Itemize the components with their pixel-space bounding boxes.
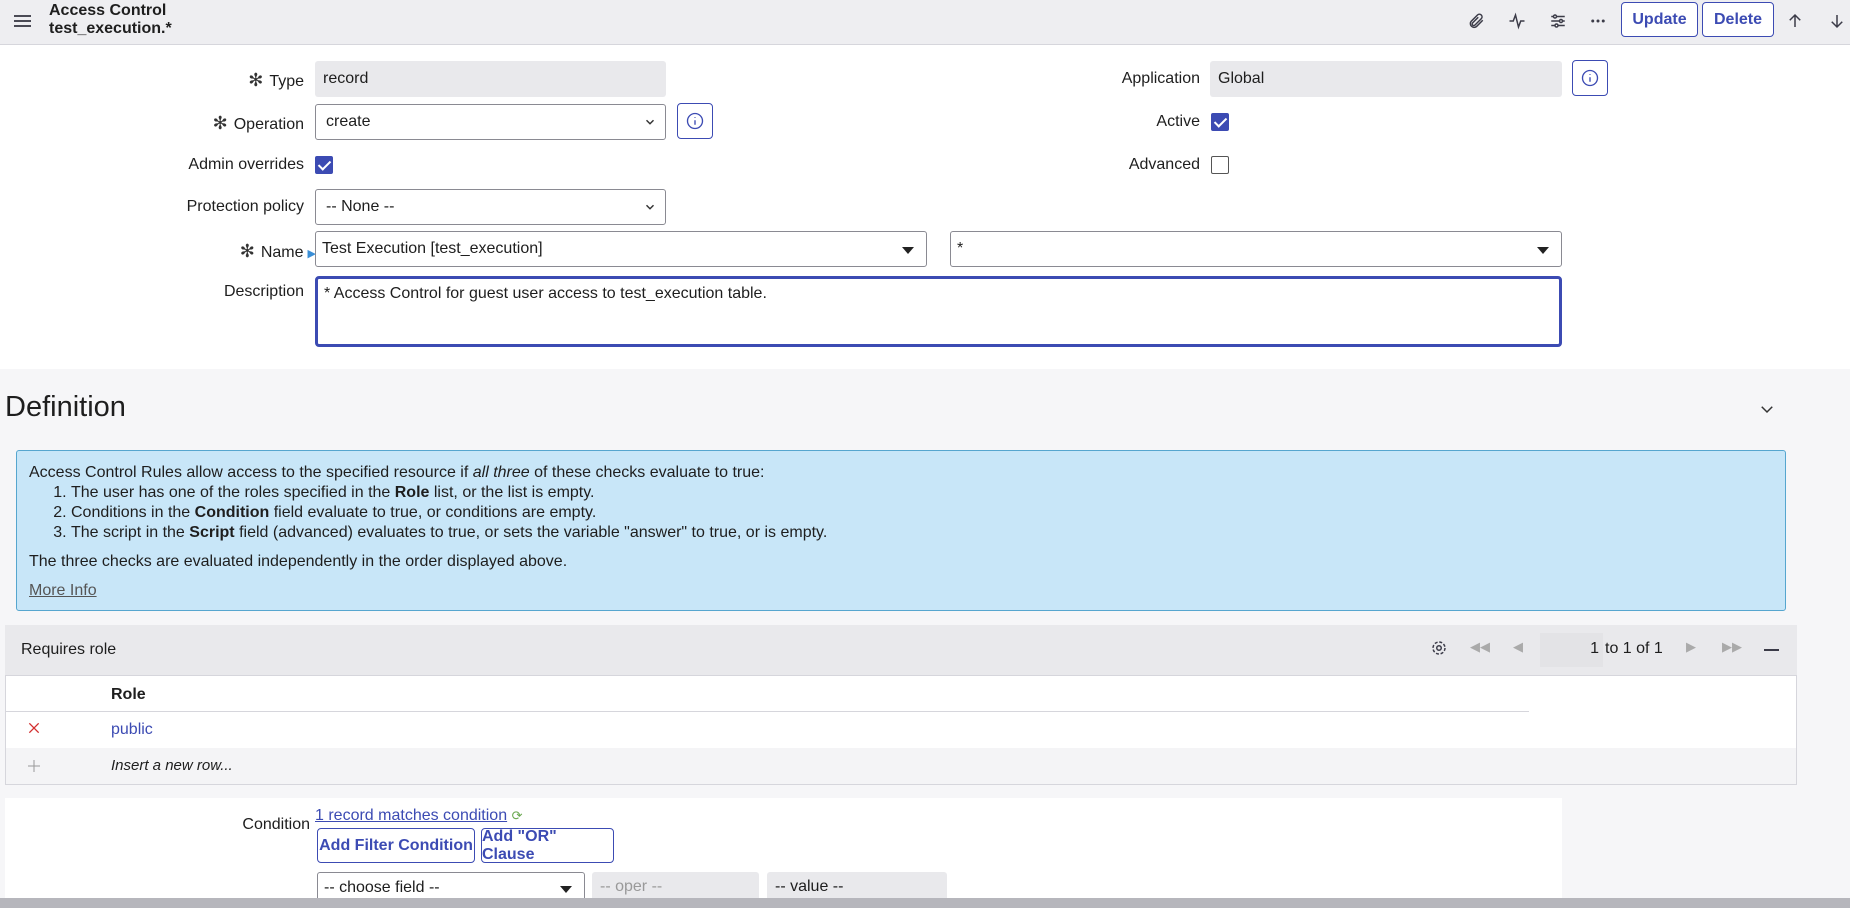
record-name: test_execution.* xyxy=(49,20,172,37)
list-item: The script in the Script field (advanced… xyxy=(71,523,1773,543)
acl-info-box: Access Control Rules allow access to the… xyxy=(16,450,1786,611)
info-list: The user has one of the roles specified … xyxy=(29,483,1773,543)
admin-overrides-checkbox[interactable] xyxy=(315,156,333,174)
activity-icon[interactable] xyxy=(1504,8,1530,34)
prev-page-icon[interactable]: ◀ xyxy=(1513,639,1523,655)
insert-new-row[interactable]: Insert a new row... xyxy=(111,757,233,774)
type-field[interactable]: record xyxy=(315,61,666,97)
gear-icon[interactable] xyxy=(1430,639,1448,662)
collapse-chevron-icon[interactable] xyxy=(1758,400,1776,423)
application-field[interactable]: Global xyxy=(1210,61,1562,97)
page-title: Access Control xyxy=(49,2,167,19)
list-item: The user has one of the roles specified … xyxy=(71,483,1773,503)
more-icon[interactable] xyxy=(1585,8,1611,34)
info-icon xyxy=(1581,69,1599,87)
arrow-down-icon[interactable] xyxy=(1824,8,1850,34)
protection-policy-select[interactable]: -- None -- xyxy=(315,189,666,225)
name-field-select[interactable]: * xyxy=(950,231,1562,267)
application-info-button[interactable] xyxy=(1572,60,1608,96)
type-label: ✻ Type xyxy=(248,70,304,90)
name-label: ✻ Name ▶ xyxy=(239,241,316,261)
admin-overrides-label: Admin overrides xyxy=(188,156,304,173)
operation-label: ✻ Operation xyxy=(212,113,304,133)
refresh-icon[interactable]: ⟳ xyxy=(512,808,523,823)
horizontal-scrollbar[interactable] xyxy=(0,898,1850,908)
role-link[interactable]: public xyxy=(111,721,153,739)
required-icon: ✻ xyxy=(239,241,255,261)
paperclip-icon[interactable] xyxy=(1463,8,1489,34)
operation-select[interactable]: create xyxy=(315,104,666,140)
first-page-icon[interactable]: ◀◀ xyxy=(1470,639,1490,655)
menu-icon[interactable] xyxy=(14,12,31,29)
operation-info-button[interactable] xyxy=(677,103,713,139)
required-icon: ✻ xyxy=(248,70,264,90)
add-or-clause-button[interactable]: Add "OR" Clause xyxy=(481,828,614,863)
active-checkbox[interactable] xyxy=(1211,113,1229,131)
plus-icon xyxy=(26,758,42,779)
related-list-title: Requires role xyxy=(21,641,117,658)
definition-section-title: Definition xyxy=(5,391,126,423)
record-title: Access Control test_execution.* xyxy=(49,2,172,38)
description-label: Description xyxy=(223,283,304,300)
arrow-up-icon[interactable] xyxy=(1782,8,1808,34)
chevron-down-icon xyxy=(645,119,655,125)
delete-row-icon[interactable] xyxy=(26,720,42,741)
name-table-select[interactable]: Test Execution [test_execution] xyxy=(315,231,927,267)
chevron-down-icon xyxy=(645,204,655,210)
related-list-header: Requires role ◀◀ ◀ 1 to 1 of 1 ▶ ▶▶ xyxy=(5,625,1797,675)
next-page-icon[interactable]: ▶ xyxy=(1686,639,1696,655)
requires-role-list: Requires role ◀◀ ◀ 1 to 1 of 1 ▶ ▶▶ Role… xyxy=(5,625,1797,785)
advanced-label: Advanced xyxy=(1128,156,1200,173)
add-filter-condition-button[interactable]: Add Filter Condition xyxy=(317,828,475,863)
role-table: Role public Insert a new row... xyxy=(5,675,1797,785)
sliders-icon[interactable] xyxy=(1545,8,1571,34)
active-label: Active xyxy=(1156,113,1200,130)
condition-label: Condition xyxy=(242,816,310,833)
record-form: ✻ Type record Application Global ✻ Operati… xyxy=(0,45,1850,369)
application-label: Application xyxy=(1121,70,1200,87)
condition-area: Condition 1 record matches condition ⟳ A… xyxy=(5,798,1562,908)
list-item: Conditions in the Condition field evalua… xyxy=(71,503,1773,523)
info-intro: Access Control Rules allow access to the… xyxy=(29,464,765,481)
delete-button[interactable]: Delete xyxy=(1702,2,1774,37)
advanced-checkbox[interactable] xyxy=(1211,156,1229,174)
info-icon xyxy=(686,112,704,130)
last-page-icon[interactable]: ▶▶ xyxy=(1722,639,1742,655)
minimize-icon[interactable] xyxy=(1764,649,1779,651)
required-icon: ✻ xyxy=(212,113,228,133)
dropdown-triangle-icon xyxy=(1537,247,1549,254)
role-column-header: Role xyxy=(111,686,146,703)
table-row: public xyxy=(6,712,1796,748)
form-header: Access Control test_execution.* Update D… xyxy=(0,0,1850,45)
dropdown-triangle-icon xyxy=(560,886,572,893)
dropdown-triangle-icon xyxy=(902,247,914,254)
protection-policy-label: Protection policy xyxy=(186,198,304,215)
info-outro: The three checks are evaluated independe… xyxy=(29,553,568,570)
description-textarea[interactable]: * Access Control for guest user access t… xyxy=(315,276,1562,347)
insert-row: Insert a new row... xyxy=(6,748,1796,784)
page-range: to 1 of 1 xyxy=(1605,640,1663,657)
update-button[interactable]: Update xyxy=(1621,2,1698,37)
more-info-link[interactable]: More Info xyxy=(29,582,97,599)
matches-condition-link[interactable]: 1 record matches condition xyxy=(315,807,507,824)
page-number-input[interactable]: 1 xyxy=(1540,633,1603,667)
